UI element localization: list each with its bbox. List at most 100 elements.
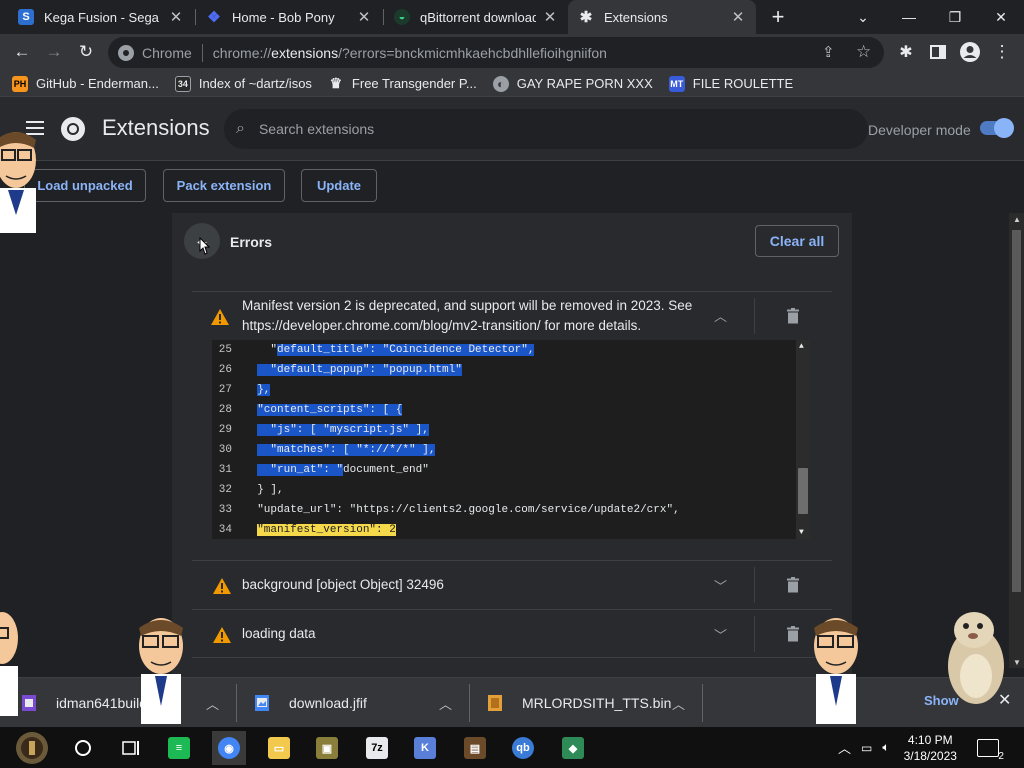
tab-title: qBittorrent download | S bbox=[420, 9, 536, 25]
line-number: 27 bbox=[218, 384, 232, 396]
chrome-menu-icon[interactable]: ⋮ bbox=[988, 38, 1016, 66]
search-button[interactable] bbox=[66, 731, 100, 765]
page-scroll-thumb[interactable] bbox=[1012, 230, 1021, 592]
task-view-button[interactable] bbox=[114, 731, 148, 765]
close-tab-icon[interactable]: ✕ bbox=[730, 8, 746, 26]
notification-count: 2 bbox=[998, 750, 1004, 762]
code-line: 34 "manifest_version": 2 bbox=[212, 520, 798, 539]
scroll-down-icon[interactable]: ▼ bbox=[1013, 658, 1021, 667]
code-line: 27 }, bbox=[212, 380, 798, 400]
taskbar-app-game[interactable]: ▣ bbox=[310, 731, 344, 765]
bookmark-dartz-isos[interactable]: 34 Index of ~dartz/isos bbox=[174, 75, 312, 92]
close-tab-icon[interactable]: ✕ bbox=[356, 8, 372, 26]
search-input[interactable] bbox=[258, 121, 868, 137]
extensions-header: Extensions ⌕ Developer mode bbox=[0, 97, 1024, 161]
address-bar[interactable]: Chrome chrome://extensions/?errors=bnckm… bbox=[108, 37, 884, 68]
notifications-button[interactable]: 2 bbox=[976, 738, 1004, 762]
forward-button[interactable]: → bbox=[40, 38, 68, 66]
chevron-down-icon[interactable]: ﹀ bbox=[714, 625, 727, 644]
code-line: 32 } ], bbox=[212, 480, 798, 500]
bin-file-icon bbox=[488, 695, 502, 711]
trash-icon[interactable] bbox=[787, 626, 799, 642]
download-item[interactable]: download.jfif ︿ bbox=[237, 678, 469, 728]
page-title: Extensions bbox=[102, 115, 210, 140]
line-number: 25 bbox=[218, 344, 232, 356]
taskbar-app-qbittorrent[interactable]: qb bbox=[506, 731, 540, 765]
spotify-icon: ≡ bbox=[168, 737, 190, 759]
taskbar-app-network-app[interactable]: ◆ bbox=[556, 731, 590, 765]
code-scrollbar[interactable]: ▲ ▼ bbox=[796, 340, 810, 539]
clock-time: 4:10 PM bbox=[907, 732, 953, 747]
taskbar-app-winamp[interactable]: ▤ bbox=[458, 731, 492, 765]
taskbar-app-7zip[interactable]: 7z bbox=[360, 731, 394, 765]
download-item[interactable]: MRLORDSITH_TTS.bin ︿ bbox=[470, 678, 702, 728]
trash-icon[interactable] bbox=[787, 577, 799, 593]
start-button[interactable] bbox=[10, 731, 54, 765]
scroll-down-icon[interactable]: ▼ bbox=[799, 528, 804, 537]
bookmark-globe[interactable]: ◐ GAY RAPE PORN XXX bbox=[492, 75, 653, 92]
hank-hill-sticker bbox=[139, 618, 183, 724]
close-tab-icon[interactable]: ✕ bbox=[168, 8, 184, 26]
tab-search-button[interactable]: ⌄ bbox=[840, 0, 886, 34]
code-scroll-thumb[interactable] bbox=[798, 468, 808, 514]
taskbar-app-chrome[interactable]: ◉ bbox=[212, 731, 246, 765]
chevron-up-icon[interactable]: ︿ bbox=[439, 694, 452, 713]
close-window-button[interactable]: ✕ bbox=[978, 0, 1024, 34]
trash-icon[interactable] bbox=[787, 308, 799, 324]
clear-all-button[interactable]: Clear all bbox=[755, 225, 839, 257]
new-tab-button[interactable]: + bbox=[766, 4, 790, 30]
code-line: 26 "default_popup": "popup.html" bbox=[212, 360, 798, 380]
tab-extensions[interactable]: ✱ Extensions ✕ bbox=[568, 0, 756, 34]
tab-bob-pony[interactable]: ❖ Home - Bob Pony ✕ bbox=[196, 0, 382, 34]
site-info-chip[interactable]: Chrome bbox=[108, 44, 192, 61]
minimize-button[interactable]: — bbox=[886, 0, 932, 34]
7zip-icon: 7z bbox=[366, 737, 388, 759]
extensions-puzzle-icon[interactable]: ✱ bbox=[892, 38, 920, 66]
share-icon[interactable]: ⇪ bbox=[822, 43, 835, 61]
chevron-up-icon[interactable]: ︿ bbox=[672, 694, 685, 713]
volume-icon[interactable]: 🔈︎ bbox=[882, 740, 889, 755]
download-item[interactable]: idman641build7.e ︿ bbox=[0, 678, 236, 728]
restore-button[interactable]: ❐ bbox=[932, 0, 978, 34]
ph-icon: PH bbox=[12, 75, 28, 92]
update-button[interactable]: Update bbox=[301, 169, 377, 202]
bookmark-site[interactable]: ♛ Free Transgender P... bbox=[328, 75, 477, 92]
divider bbox=[754, 567, 755, 603]
scroll-up-icon[interactable]: ▲ bbox=[799, 342, 804, 351]
manifest-code-viewer[interactable]: 25 "default_title": "Coincidence Detecto… bbox=[212, 340, 810, 539]
chevron-up-icon[interactable]: ︿ bbox=[714, 306, 727, 325]
code-text: "default_title": "Coincidence Detector", bbox=[257, 344, 535, 356]
windows-taskbar: ≡ ◉ ▭ ▣ 7z K ▤ qb ◆ ︿ ▭ 🔈︎ 4:10 PM 3/18/2023 2 bbox=[0, 727, 1024, 768]
clock[interactable]: 4:10 PM 3/18/2023 bbox=[904, 732, 957, 764]
taskbar-app-spotify[interactable]: ≡ bbox=[162, 731, 196, 765]
developer-mode-toggle[interactable] bbox=[980, 118, 1014, 138]
chrome-icon: ◉ bbox=[218, 737, 240, 759]
search-box[interactable]: ⌕ bbox=[224, 109, 868, 149]
tab-qbittorrent[interactable]: ◒ qBittorrent download | S ✕ bbox=[384, 0, 568, 34]
scroll-up-icon[interactable]: ▲ bbox=[1013, 215, 1021, 224]
bookmark-star-icon[interactable]: ☆ bbox=[856, 42, 871, 62]
chevron-up-icon[interactable]: ︿ bbox=[838, 738, 851, 757]
close-tab-icon[interactable]: ✕ bbox=[542, 8, 558, 26]
side-panel-icon[interactable] bbox=[924, 38, 952, 66]
tab-strip: S Kega Fusion - Sega Retro ✕ ❖ Home - Bo… bbox=[0, 0, 1024, 34]
back-button[interactable]: ← bbox=[8, 38, 36, 66]
code-line: 29 "js": [ "myscript.js" ], bbox=[212, 420, 798, 440]
bookmark-github[interactable]: PH GitHub - Enderman... bbox=[12, 75, 159, 92]
page-scrollbar[interactable]: ▲ ▼ bbox=[1009, 213, 1024, 668]
taskbar-app-file-explorer[interactable]: ▭ bbox=[262, 731, 296, 765]
chevron-down-icon[interactable]: ﹀ bbox=[714, 576, 727, 595]
bookmarks-bar: PH GitHub - Enderman... 34 Index of ~dar… bbox=[0, 71, 1024, 97]
taskbar-app-kega[interactable]: K bbox=[408, 731, 442, 765]
pack-extension-button[interactable]: Pack extension bbox=[163, 169, 285, 202]
chrome-logo-icon bbox=[60, 116, 86, 142]
profile-avatar-icon[interactable] bbox=[956, 38, 984, 66]
chip-divider bbox=[201, 43, 203, 62]
network-icon[interactable]: ▭ bbox=[861, 741, 872, 755]
tab-sega-retro[interactable]: S Kega Fusion - Sega Retro ✕ bbox=[8, 0, 194, 34]
bookmark-file-roulette[interactable]: MT FILE ROULETTE bbox=[668, 75, 793, 92]
errors-card: ← Errors Clear all Manifest version 2 is… bbox=[172, 213, 852, 677]
load-unpacked-button[interactable]: Load unpacked bbox=[24, 169, 146, 202]
chevron-up-icon[interactable]: ︿ bbox=[206, 694, 219, 713]
reload-button[interactable]: ↻ bbox=[72, 38, 100, 66]
